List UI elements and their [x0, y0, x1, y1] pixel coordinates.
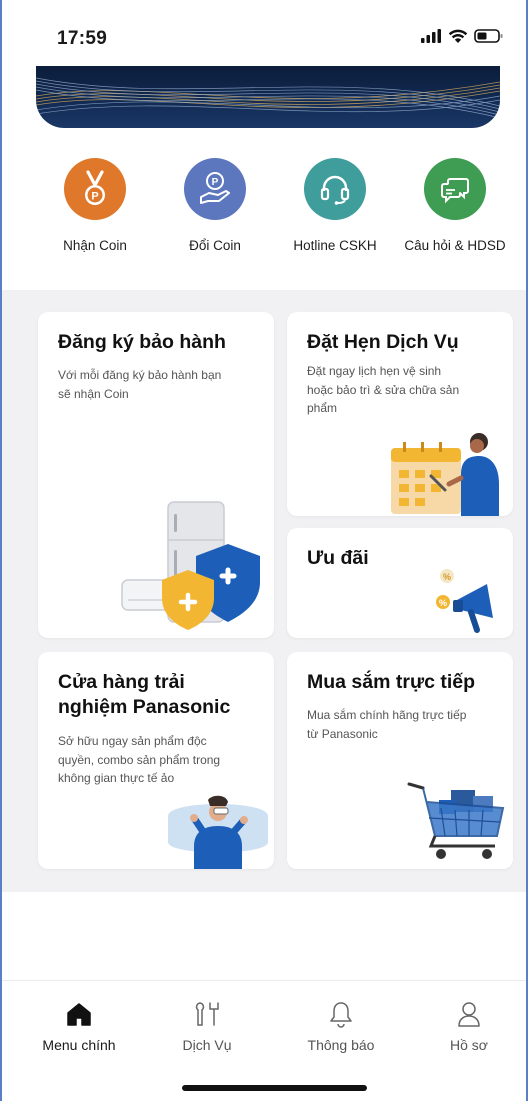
bell-icon: [330, 1002, 352, 1028]
svg-text:P: P: [91, 191, 98, 203]
quick-actions: P Nhận Coin P Đổi Coin Hotline CSKH Câu …: [2, 158, 526, 278]
nav-item-thong-bao[interactable]: Thông báo: [286, 999, 396, 1053]
megaphone-illustration: % %: [436, 569, 493, 633]
battery-icon: [474, 29, 503, 43]
headset-icon: [320, 175, 350, 205]
service-booking-card[interactable]: Đặt Hẹn Dịch Vụ Đặt ngay lịch hẹn vệ sin…: [287, 312, 513, 516]
svg-text:%: %: [439, 598, 447, 608]
quick-action-hotline[interactable]: Hotline CSKH: [275, 158, 395, 253]
medal-coin-icon: P: [85, 170, 105, 205]
card-title: Cửa hàng trải nghiệm Panasonic: [58, 671, 231, 718]
svg-text:P: P: [212, 177, 219, 188]
status-time: 17:59: [57, 28, 108, 49]
chat-bubbles-icon: [441, 178, 469, 204]
nav-item-ho-so[interactable]: Hồ sơ: [414, 999, 524, 1053]
home-icon: [67, 1003, 91, 1026]
app-screen: 17:59 P Nhận Coin P Đổi Coin Hotline CSK…: [0, 0, 528, 1101]
svg-text:%: %: [443, 572, 451, 582]
status-bar: 17:59: [2, 0, 526, 70]
nav-item-menu-chinh[interactable]: Menu chính: [24, 999, 134, 1053]
bottom-navigation: Menu chính Dịch Vụ Thông báo Hồ sơ: [2, 980, 526, 1101]
quick-action-label: Câu hỏi & HDSD: [404, 238, 506, 253]
wifi-icon: [448, 29, 468, 43]
quick-action-label: Hotline CSKH: [293, 238, 377, 253]
hand-coin-icon: P: [200, 172, 230, 204]
home-indicator[interactable]: [182, 1085, 367, 1091]
nav-label: Thông báo: [307, 1037, 375, 1053]
cellular-signal-icon: [421, 29, 441, 43]
appliance-shield-illustration: [121, 501, 260, 630]
calendar-technician-illustration: [391, 433, 499, 516]
quick-action-circle: [424, 158, 486, 220]
quick-action-nhan-coin[interactable]: P Nhận Coin: [35, 158, 155, 253]
card-description: Mua sắm chính hãng trực tiếp từ Panasoni…: [307, 708, 467, 741]
quick-action-circle: P: [184, 158, 246, 220]
experience-store-card[interactable]: Cửa hàng trải nghiệm Panasonic Sở hữu ng…: [38, 652, 274, 869]
nav-item-dich-vu[interactable]: Dịch Vụ: [152, 999, 262, 1053]
nav-label: Dịch Vụ: [182, 1037, 232, 1053]
status-icons: [420, 28, 504, 44]
card-description: Đặt ngay lịch hẹn vệ sinh hoặc bảo trì &…: [307, 364, 460, 415]
card-title: Đặt Hẹn Dịch Vụ: [307, 331, 459, 353]
tools-icon: [195, 1002, 219, 1026]
offers-card[interactable]: Ưu đãi % %: [287, 528, 513, 638]
quick-action-circle: P: [64, 158, 126, 220]
card-title: Ưu đãi: [307, 547, 369, 569]
quick-action-doi-coin[interactable]: P Đổi Coin: [155, 158, 275, 253]
direct-shopping-card[interactable]: Mua sắm trực tiếp Mua sắm chính hãng trự…: [287, 652, 513, 869]
quick-action-faq[interactable]: Câu hỏi & HDSD: [395, 158, 515, 253]
card-description: Với mỗi đăng ký bảo hành bạn sẽ nhận Coi…: [58, 368, 222, 401]
quick-action-label: Nhận Coin: [63, 238, 127, 253]
quick-action-circle: [304, 158, 366, 220]
banner-wave-graphic: [36, 77, 500, 119]
warranty-registration-card[interactable]: Đăng ký bảo hành Với mỗi đăng ký bảo hàn…: [38, 312, 274, 638]
profile-icon: [458, 1002, 480, 1027]
promo-banner[interactable]: [36, 66, 500, 128]
quick-action-label: Đổi Coin: [189, 238, 241, 253]
card-title: Mua sắm trực tiếp: [307, 671, 475, 693]
card-title: Đăng ký bảo hành: [58, 331, 226, 353]
nav-label: Menu chính: [42, 1037, 116, 1053]
card-description: Sở hữu ngay sản phẩm độc quyền, combo sả…: [58, 734, 221, 785]
shopping-cart-illustration: [407, 782, 505, 859]
nav-label: Hồ sơ: [450, 1037, 488, 1053]
vr-person-illustration: [168, 795, 268, 869]
